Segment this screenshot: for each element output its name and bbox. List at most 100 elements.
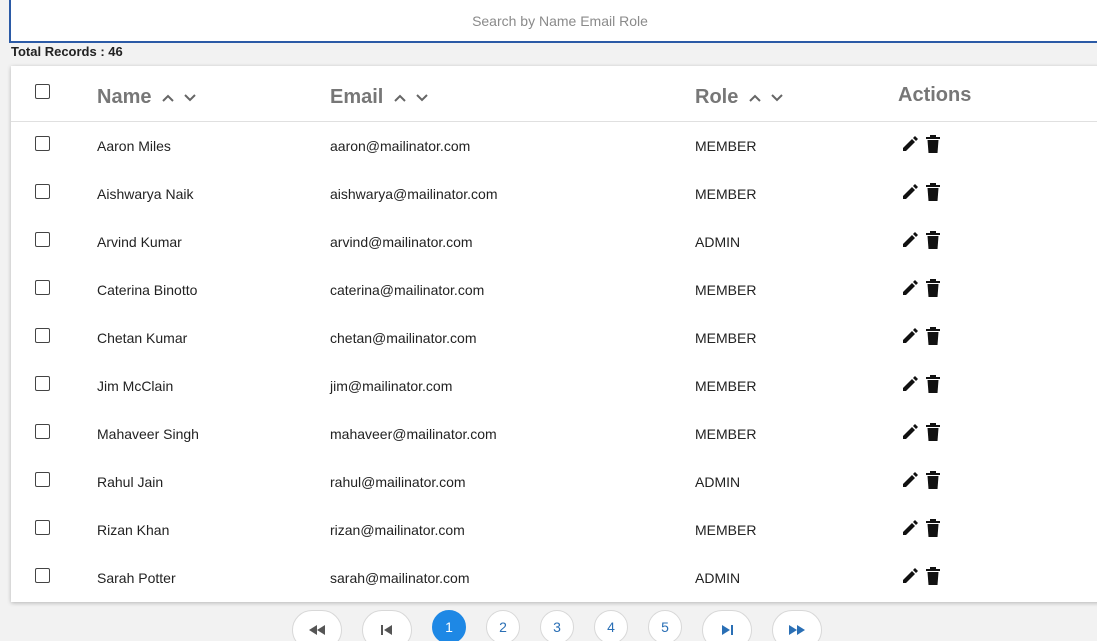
- user-role: ADMIN: [695, 474, 741, 490]
- user-name: Arvind Kumar: [97, 234, 182, 250]
- user-role: MEMBER: [695, 186, 757, 202]
- row-checkbox[interactable]: [35, 472, 50, 487]
- pagination: 12345: [0, 610, 1097, 641]
- user-name: Rahul Jain: [97, 474, 164, 490]
- row-checkbox[interactable]: [35, 232, 50, 247]
- sort-ascending-icon[interactable]: [393, 93, 407, 103]
- user-name: Caterina Binotto: [97, 282, 198, 298]
- user-email: mahaveer@mailinator.com: [330, 426, 497, 442]
- first-page-icon: [309, 625, 325, 635]
- user-email: aishwarya@mailinator.com: [330, 186, 498, 202]
- row-actions: [900, 230, 942, 250]
- row-checkbox[interactable]: [35, 520, 50, 535]
- user-email: rahul@mailinator.com: [330, 474, 466, 490]
- user-name: Aaron Miles: [97, 138, 171, 154]
- edit-icon[interactable]: [900, 566, 920, 586]
- last-page-button[interactable]: [772, 610, 822, 641]
- row-checkbox[interactable]: [35, 376, 50, 391]
- table-row: Aishwarya Naik aishwarya@mailinator.com …: [11, 170, 1097, 218]
- user-email: aaron@mailinator.com: [330, 138, 471, 154]
- user-name: Chetan Kumar: [97, 330, 188, 346]
- delete-icon[interactable]: [924, 566, 942, 586]
- user-role: MEMBER: [695, 138, 757, 154]
- row-actions: [900, 182, 942, 202]
- page-button-4[interactable]: 4: [594, 610, 628, 641]
- page-button-5[interactable]: 5: [648, 610, 682, 641]
- user-role: ADMIN: [695, 570, 741, 586]
- delete-icon[interactable]: [924, 134, 942, 154]
- table-row: Caterina Binotto caterina@mailinator.com…: [11, 266, 1097, 314]
- row-actions: [900, 134, 942, 154]
- sort-descending-icon[interactable]: [770, 93, 784, 103]
- row-checkbox[interactable]: [35, 328, 50, 343]
- delete-icon[interactable]: [924, 182, 942, 202]
- user-email: jim@mailinator.com: [330, 378, 453, 394]
- column-header-name-label: Name: [97, 86, 152, 108]
- sort-ascending-icon[interactable]: [161, 93, 175, 103]
- table-row: Arvind Kumar arvind@mailinator.com ADMIN: [11, 218, 1097, 266]
- user-name: Jim McClain: [97, 378, 174, 394]
- delete-icon[interactable]: [924, 422, 942, 442]
- column-header-role: Role: [695, 86, 784, 109]
- sort-descending-icon[interactable]: [183, 93, 197, 103]
- user-name: Rizan Khan: [97, 522, 170, 538]
- table-row: Mahaveer Singh mahaveer@mailinator.com M…: [11, 410, 1097, 458]
- edit-icon[interactable]: [900, 422, 920, 442]
- row-checkbox[interactable]: [35, 424, 50, 439]
- user-email: arvind@mailinator.com: [330, 234, 473, 250]
- row-checkbox[interactable]: [35, 136, 50, 151]
- edit-icon[interactable]: [900, 518, 920, 538]
- row-actions: [900, 278, 942, 298]
- user-email: chetan@mailinator.com: [330, 330, 477, 346]
- delete-icon[interactable]: [924, 470, 942, 490]
- row-checkbox[interactable]: [35, 280, 50, 295]
- row-actions: [900, 470, 942, 490]
- page-button-1[interactable]: 1: [432, 610, 466, 641]
- edit-icon[interactable]: [900, 374, 920, 394]
- delete-icon[interactable]: [924, 230, 942, 250]
- row-checkbox[interactable]: [35, 184, 50, 199]
- previous-page-button[interactable]: [362, 610, 412, 641]
- edit-icon[interactable]: [900, 134, 920, 154]
- search-input[interactable]: [11, 0, 1097, 41]
- table-row: Rizan Khan rizan@mailinator.com MEMBER: [11, 506, 1097, 554]
- column-header-name: Name: [97, 86, 197, 109]
- first-page-button[interactable]: [292, 610, 342, 641]
- user-role: MEMBER: [695, 330, 757, 346]
- user-name: Aishwarya Naik: [97, 186, 194, 202]
- user-email: caterina@mailinator.com: [330, 282, 485, 298]
- table-row: Chetan Kumar chetan@mailinator.com MEMBE…: [11, 314, 1097, 362]
- user-name: Mahaveer Singh: [97, 426, 199, 442]
- user-role: MEMBER: [695, 522, 757, 538]
- sort-descending-icon[interactable]: [415, 93, 429, 103]
- row-actions: [900, 374, 942, 394]
- select-all-checkbox[interactable]: [35, 84, 50, 99]
- delete-icon[interactable]: [924, 278, 942, 298]
- page-button-2[interactable]: 2: [486, 610, 520, 641]
- column-header-role-label: Role: [695, 86, 739, 108]
- total-records: Total Records : 46: [11, 44, 123, 59]
- edit-icon[interactable]: [900, 230, 920, 250]
- previous-page-icon: [381, 625, 392, 635]
- edit-icon[interactable]: [900, 182, 920, 202]
- delete-icon[interactable]: [924, 374, 942, 394]
- last-page-icon: [789, 625, 805, 635]
- sort-ascending-icon[interactable]: [748, 93, 762, 103]
- next-page-button[interactable]: [702, 610, 752, 641]
- edit-icon[interactable]: [900, 278, 920, 298]
- row-checkbox[interactable]: [35, 568, 50, 583]
- user-role: MEMBER: [695, 282, 757, 298]
- delete-icon[interactable]: [924, 326, 942, 346]
- page-button-3[interactable]: 3: [540, 610, 574, 641]
- column-header-email: Email: [330, 86, 429, 109]
- edit-icon[interactable]: [900, 470, 920, 490]
- users-table: Name Email Role Actions Aaron Miles aaro…: [11, 66, 1097, 602]
- delete-icon[interactable]: [924, 518, 942, 538]
- edit-icon[interactable]: [900, 326, 920, 346]
- table-row: Sarah Potter sarah@mailinator.com ADMIN: [11, 554, 1097, 602]
- user-email: sarah@mailinator.com: [330, 570, 470, 586]
- table-header: Name Email Role Actions: [11, 66, 1097, 122]
- table-row: Jim McClain jim@mailinator.com MEMBER: [11, 362, 1097, 410]
- search-box: [9, 0, 1097, 43]
- row-actions: [900, 566, 942, 586]
